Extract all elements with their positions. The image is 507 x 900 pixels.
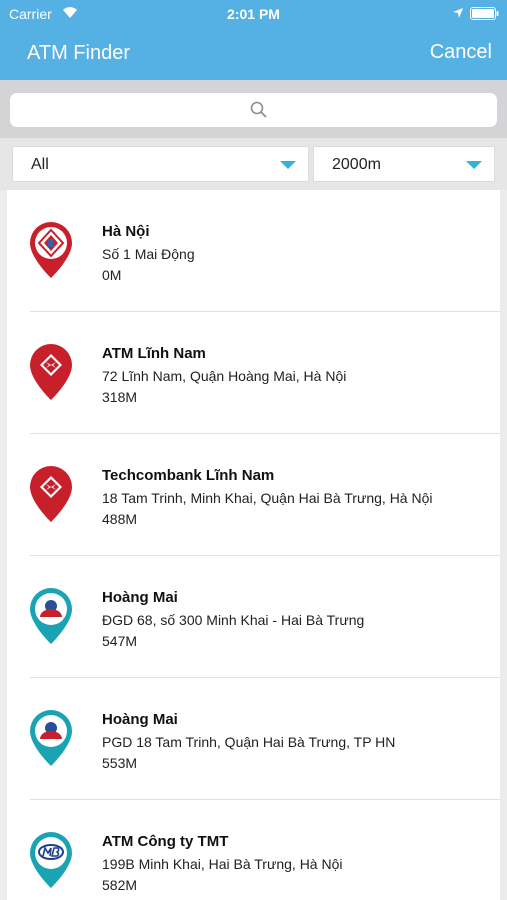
status-bar: Carrier 2:01 PM bbox=[0, 0, 507, 28]
location-arrow-icon bbox=[453, 8, 463, 18]
page-title: ATM Finder bbox=[27, 42, 130, 64]
radius-dropdown[interactable]: 2000m bbox=[313, 146, 495, 182]
list-item[interactable]: ATM Công ty TMT 199B Minh Khai, Hai Bà T… bbox=[7, 800, 500, 900]
bank-type-dropdown[interactable]: All bbox=[12, 146, 309, 182]
atm-distance: 582M bbox=[102, 877, 138, 893]
list-item[interactable]: Techcombank Lĩnh Nam 18 Tam Trinh, Minh … bbox=[7, 434, 500, 556]
atm-distance: 547M bbox=[102, 633, 138, 649]
atm-name: Techcombank Lĩnh Nam bbox=[102, 467, 275, 484]
atm-name: ATM Công ty TMT bbox=[102, 833, 229, 850]
atm-result-list[interactable]: Hà Nội Số 1 Mai Động 0M ATM Lĩnh Nam 72 … bbox=[7, 190, 500, 900]
chevron-down-icon bbox=[466, 161, 482, 169]
list-item[interactable]: Hoàng Mai PGD 18 Tam Trinh, Quận Hai Bà … bbox=[7, 678, 500, 800]
list-item[interactable]: Hoàng Mai ĐGD 68, số 300 Minh Khai - Hai… bbox=[7, 556, 500, 678]
cancel-button[interactable]: Cancel bbox=[430, 41, 492, 64]
atm-distance: 553M bbox=[102, 755, 138, 771]
search-icon bbox=[250, 101, 267, 118]
search-field[interactable] bbox=[10, 93, 497, 127]
clock: 2:01 PM bbox=[227, 6, 280, 22]
list-item[interactable]: Hà Nội Số 1 Mai Động 0M bbox=[7, 190, 500, 312]
battery-icon bbox=[470, 7, 499, 20]
atm-address: 199B Minh Khai, Hai Bà Trưng, Hà Nội bbox=[102, 856, 343, 872]
list-item[interactable]: ATM Lĩnh Nam 72 Lĩnh Nam, Quận Hoàng Mai… bbox=[7, 312, 500, 434]
atm-name: Hoàng Mai bbox=[102, 589, 178, 606]
atm-name: Hà Nội bbox=[102, 223, 150, 240]
mbbank-pin-icon bbox=[30, 832, 72, 888]
bidv-pin-icon bbox=[30, 710, 72, 766]
atm-address: ĐGD 68, số 300 Minh Khai - Hai Bà Trưng bbox=[102, 612, 365, 628]
filter-bar: All 2000m bbox=[0, 138, 507, 190]
atm-address: 18 Tam Trinh, Minh Khai, Quận Hai Bà Trư… bbox=[102, 490, 433, 506]
atm-distance: 0M bbox=[102, 267, 122, 283]
bidv-pin-icon bbox=[30, 588, 72, 644]
atm-address: Số 1 Mai Động bbox=[102, 246, 195, 262]
radius-value: 2000m bbox=[332, 156, 381, 173]
atm-address: PGD 18 Tam Trinh, Quận Hai Bà Trưng, TP … bbox=[102, 734, 396, 750]
header: Carrier 2:01 PM ATM Finder Cancel bbox=[0, 0, 507, 80]
techcombank-pin-icon bbox=[30, 344, 72, 400]
search-bar bbox=[0, 80, 507, 138]
chevron-down-icon bbox=[280, 161, 296, 169]
bank-type-value: All bbox=[31, 156, 49, 173]
atm-name: Hoàng Mai bbox=[102, 711, 178, 728]
atm-address: 72 Lĩnh Nam, Quận Hoàng Mai, Hà Nội bbox=[102, 368, 347, 384]
techcombank-pin-icon bbox=[30, 466, 72, 522]
atm-distance: 488M bbox=[102, 511, 138, 527]
agribank-pin-icon bbox=[30, 222, 72, 278]
atm-distance: 318M bbox=[102, 389, 138, 405]
atm-name: ATM Lĩnh Nam bbox=[102, 345, 206, 362]
